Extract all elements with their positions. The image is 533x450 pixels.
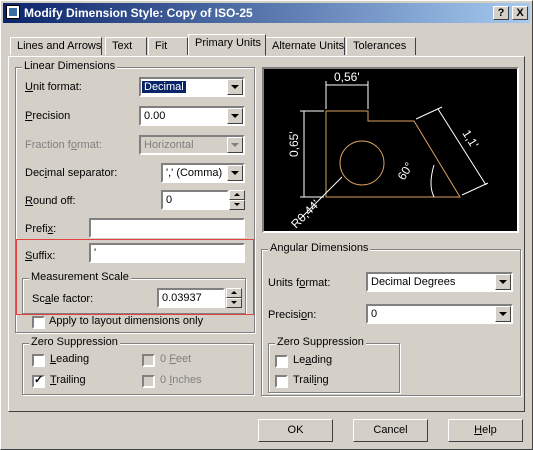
fraction-format-combo[interactable]: Horizontal <box>139 135 245 155</box>
tab-fit[interactable]: Fit <box>148 37 188 55</box>
spin-down-icon[interactable] <box>229 200 245 210</box>
angular-leading-checkbox[interactable] <box>275 355 288 368</box>
decimal-separator-value: ',' (Comma) <box>166 167 223 179</box>
unit-format-combo[interactable]: Decimal <box>139 77 245 97</box>
chevron-down-icon[interactable] <box>227 165 243 181</box>
preview-dim-left: 0,65' <box>287 131 301 157</box>
unit-format-label: Unit format: <box>25 81 82 93</box>
chevron-down-icon[interactable] <box>227 108 243 124</box>
zero-suppression-linear-group: Zero Suppression <box>22 336 254 395</box>
preview-part-outline <box>325 110 461 198</box>
tab-alternate-units[interactable]: Alternate Units <box>265 37 345 55</box>
preview-dimension-lines <box>299 81 489 220</box>
angular-precision-value: 0 <box>371 308 378 320</box>
linear-dimensions-legend: Linear Dimensions <box>22 60 118 72</box>
unit-format-value: Decimal <box>142 81 186 93</box>
angular-precision-label: Precision: <box>268 309 317 321</box>
round-off-input[interactable]: 0 <box>161 190 229 210</box>
inches-checkbox[interactable] <box>142 375 155 388</box>
help-title-button[interactable]: ? <box>493 6 509 20</box>
checkmark-icon: ✓ <box>34 374 44 386</box>
tab-text[interactable]: Text <box>105 37 147 55</box>
angular-units-format-value: Decimal Degrees <box>371 276 456 288</box>
preview-drawing: 0,56' 0,65' 1,1' 60° R0,44' <box>287 70 489 231</box>
feet-checkbox[interactable] <box>142 354 155 367</box>
angular-trailing-label: Trailing <box>293 374 329 386</box>
tab-lines-arrows[interactable]: Lines and Arrows <box>10 37 102 55</box>
precision-label: Precision <box>25 110 71 122</box>
inches-label: 0 Inches <box>160 374 202 386</box>
preview-angle: 60° <box>395 160 417 183</box>
chevron-down-icon[interactable] <box>227 137 243 153</box>
angular-trailing-checkbox[interactable] <box>275 375 288 388</box>
preview-dim-right: 1,1' <box>459 127 481 151</box>
round-off-label: Round off: <box>25 195 76 207</box>
prefix-input[interactable] <box>89 218 245 238</box>
spin-up-icon[interactable] <box>229 190 245 200</box>
round-off-spinner[interactable] <box>229 190 245 210</box>
leading-checkbox[interactable] <box>32 354 45 367</box>
preview-radius: R0,44' <box>288 197 322 231</box>
decimal-separator-combo[interactable]: ',' (Comma) <box>161 163 245 183</box>
chevron-down-icon[interactable] <box>227 79 243 95</box>
trailing-label: Trailing <box>50 374 86 386</box>
angular-units-format-label: Units format: <box>268 277 331 289</box>
app-icon <box>6 5 20 19</box>
highlight-rectangle <box>16 239 254 315</box>
feet-label: 0 Feet <box>160 353 192 365</box>
title-bar[interactable]: Modify Dimension Style: Copy of ISO-25 ?… <box>3 3 530 23</box>
cancel-button[interactable]: Cancel <box>353 419 428 442</box>
fraction-format-value: Horizontal <box>144 139 194 151</box>
chevron-down-icon[interactable] <box>495 306 511 322</box>
angular-dimensions-legend: Angular Dimensions <box>268 242 371 254</box>
precision-value: 0.00 <box>144 110 166 122</box>
close-button[interactable]: X <box>512 6 528 20</box>
ok-button[interactable]: OK <box>258 419 333 442</box>
apply-layout-label: Apply to layout dimensions only <box>49 315 204 327</box>
precision-combo[interactable]: 0.00 <box>139 106 245 126</box>
fraction-format-label: Fraction format: <box>25 139 103 151</box>
prefix-label: Prefix: <box>25 223 57 235</box>
decimal-separator-label: Decimal separator: <box>25 167 118 179</box>
angular-units-format-combo[interactable]: Decimal Degrees <box>366 272 513 292</box>
angular-precision-combo[interactable]: 0 <box>366 304 513 324</box>
tab-tolerances[interactable]: Tolerances <box>346 37 416 55</box>
help-button[interactable]: Help <box>448 419 523 442</box>
trailing-checkbox[interactable]: ✓ <box>32 374 45 388</box>
zero-suppression-linear-legend: Zero Suppression <box>29 336 120 348</box>
angular-leading-label: Leading <box>293 354 333 366</box>
zero-suppression-angular-legend: Zero Suppression <box>275 336 366 348</box>
leading-label: Leading <box>50 353 90 365</box>
dimension-preview: 0,56' 0,65' 1,1' 60° R0,44' <box>262 67 519 233</box>
preview-dim-top: 0,56' <box>334 70 360 84</box>
apply-layout-checkbox[interactable] <box>32 316 45 329</box>
chevron-down-icon[interactable] <box>495 274 511 290</box>
tab-primary-units[interactable]: Primary Units <box>188 34 266 56</box>
window-title: Modify Dimension Style: Copy of ISO-25 <box>24 6 253 20</box>
